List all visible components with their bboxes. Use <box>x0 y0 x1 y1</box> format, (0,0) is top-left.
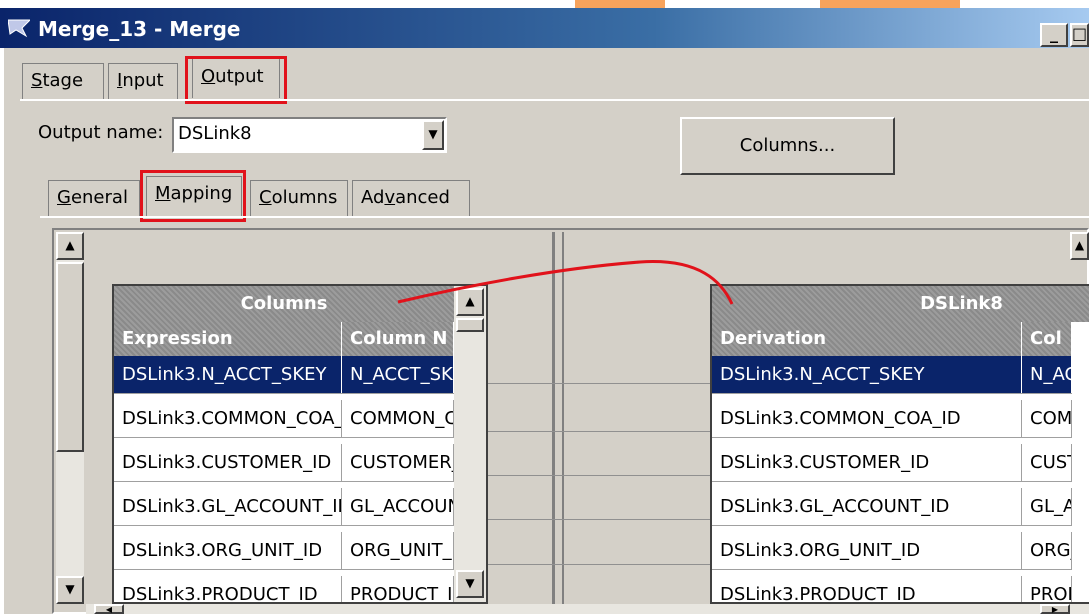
annotation-arrow <box>397 260 734 305</box>
